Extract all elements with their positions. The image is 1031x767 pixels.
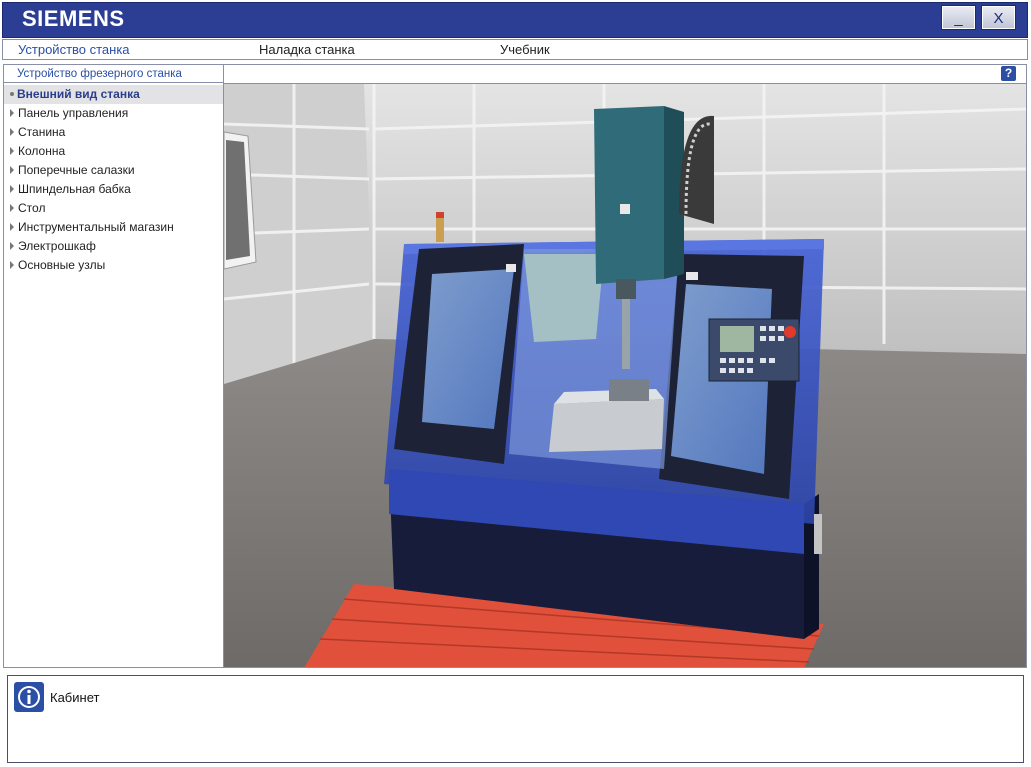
triangle-right-icon [10,184,14,193]
sidebar-item-cross-slide[interactable]: Поперечные салазки [4,161,223,180]
info-icon [14,682,44,712]
sidebar-item-bed[interactable]: Станина [4,123,223,142]
triangle-right-icon [10,127,14,136]
sidebar-item-label: Основные узлы [18,258,106,272]
menu-machine-setup[interactable]: Наладка станка [259,42,355,57]
triangle-right-icon [10,260,14,269]
sidebar-item-label: Внешний вид станка [17,87,140,101]
sidebar-item-spindle-head[interactable]: Шпиндельная бабка [4,180,223,199]
sidebar-item-label: Станина [18,125,66,139]
sidebar-panel: Устройство фрезерного станка Внешний вид… [3,64,224,668]
help-icon[interactable]: ? [1001,66,1016,81]
sidebar-item-control-panel[interactable]: Панель управления [4,104,223,123]
sidebar-item-column[interactable]: Колонна [4,142,223,161]
triangle-right-icon [10,222,14,231]
triangle-right-icon [10,108,14,117]
sidebar-item-label: Панель управления [18,106,129,120]
triangle-right-icon [10,146,14,155]
machine-3d-viewer[interactable] [224,84,1027,668]
sidebar-item-label: Инструментальный магазин [18,220,174,234]
title-bar [2,2,1028,38]
info-panel: Кабинет [7,675,1024,763]
sidebar-item-label: Электрошкаф [18,239,96,253]
sidebar-item-label: Стол [18,201,46,215]
sidebar-item-table[interactable]: Стол [4,199,223,218]
menu-machine-structure[interactable]: Устройство станка [18,42,130,57]
triangle-right-icon [10,241,14,250]
sidebar-item-main-assemblies[interactable]: Основные узлы [4,256,223,275]
close-button[interactable]: X [981,5,1016,30]
milling-machine-render [224,84,1026,667]
sidebar-header: Устройство фрезерного станка [4,65,223,83]
sidebar-item-label: Шпиндельная бабка [18,182,131,196]
sidebar-item-label: Колонна [18,144,66,158]
bullet-icon [10,91,14,96]
sidebar-item-tool-magazine[interactable]: Инструментальный магазин [4,218,223,237]
sidebar-item-exterior[interactable]: Внешний вид станка [4,85,223,104]
triangle-right-icon [10,203,14,212]
triangle-right-icon [10,165,14,174]
siemens-logo: SIEMENS [22,6,125,31]
viewer-header [224,64,1027,84]
info-text: Кабинет [50,690,100,705]
sidebar-item-electrical-cabinet[interactable]: Электрошкаф [4,237,223,256]
minimize-button[interactable]: _ [941,5,976,30]
menu-textbook[interactable]: Учебник [500,42,550,57]
sidebar-item-label: Поперечные салазки [18,163,135,177]
